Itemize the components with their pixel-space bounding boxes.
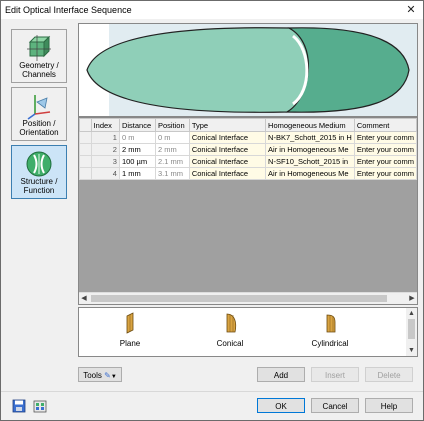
palette-item-label: Conical: [216, 339, 244, 348]
vertical-scrollbar[interactable]: ▲ ▼: [406, 308, 417, 356]
palette-item-conical[interactable]: Conical: [205, 310, 255, 350]
cell-type[interactable]: Conical Interface: [188, 155, 267, 168]
scroll-down-icon[interactable]: ▼: [406, 345, 417, 356]
scroll-left-icon[interactable]: ◀: [79, 293, 89, 304]
scroll-up-icon[interactable]: ▲: [406, 308, 417, 319]
cell-distance[interactable]: 100 µm: [118, 155, 156, 168]
table-row[interactable]: 2 2 mm 2 mm Conical Interface Air in Hom…: [79, 143, 418, 156]
lens-preview: [78, 23, 418, 117]
cell-comment[interactable]: Enter your comm: [353, 155, 418, 168]
palette-item-plane[interactable]: Plane: [105, 310, 155, 350]
cell-position: 2.1 mm: [154, 155, 190, 168]
tools-icon: ✎: [104, 371, 111, 380]
interface-table: Index Distance Position Type Homogeneous…: [78, 117, 418, 305]
cell-comment[interactable]: Enter your comm: [353, 167, 418, 180]
cell-comment[interactable]: Enter your comm: [353, 143, 418, 156]
tools-menu-button[interactable]: Tools ✎▼: [78, 367, 122, 382]
palette-item-label: Plane: [119, 339, 141, 348]
sidebar-item-structure[interactable]: Structure / Function: [11, 145, 67, 199]
insert-button[interactable]: Insert: [311, 367, 359, 382]
cell-position: 2 mm: [154, 143, 190, 156]
interface-type-palette: Plane Conical Cylindrical ▲ ▼: [78, 307, 418, 357]
table-header-row: Index Distance Position Type Homogeneous…: [79, 118, 418, 132]
row-selector[interactable]: [79, 155, 92, 168]
column-header-type[interactable]: Type: [188, 118, 267, 132]
cell-medium[interactable]: N-SF10_Schott_2015 in: [265, 155, 355, 168]
sidebar-item-label: Structure /: [20, 177, 58, 186]
horizontal-scrollbar[interactable]: ◀ ▶: [79, 292, 417, 304]
sidebar-item-position[interactable]: Position / Orientation: [11, 87, 67, 141]
palette-item-cylindrical[interactable]: Cylindrical: [305, 310, 355, 350]
axes-position-icon: [27, 95, 51, 120]
cell-position: 0 m: [154, 131, 190, 144]
scroll-right-icon[interactable]: ▶: [407, 293, 417, 304]
plane-interface-icon: [126, 312, 134, 334]
row-header-corner: [79, 118, 92, 132]
sidebar-item-label: Channels: [22, 70, 56, 79]
cell-index: 4: [90, 167, 120, 180]
palette-item-label: Cylindrical: [311, 339, 349, 348]
cell-distance[interactable]: 1 mm: [118, 167, 156, 180]
column-header-medium[interactable]: Homogeneous Medium: [265, 118, 355, 132]
cell-type[interactable]: Conical Interface: [188, 143, 267, 156]
sidebar-item-label: Function: [23, 186, 55, 195]
cell-comment[interactable]: Enter your comm: [353, 131, 418, 144]
cylindrical-interface-icon: [326, 314, 336, 333]
row-selector[interactable]: [79, 131, 92, 144]
add-button[interactable]: Add: [257, 367, 305, 382]
conical-interface-icon: [226, 313, 237, 333]
row-selector[interactable]: [79, 143, 92, 156]
sidebar-item-label: Orientation: [19, 128, 59, 137]
window-title: Edit Optical Interface Sequence: [5, 5, 132, 15]
row-selector[interactable]: [79, 167, 92, 180]
cell-medium[interactable]: Air in Homogeneous Me: [265, 167, 355, 180]
dialog-window: Edit Optical Interface Sequence ✕ Geomet…: [0, 0, 424, 421]
cell-type[interactable]: Conical Interface: [188, 131, 267, 144]
catalog-icon[interactable]: [33, 399, 47, 413]
column-header-position[interactable]: Position: [154, 118, 190, 132]
cell-index: 2: [90, 143, 120, 156]
sidebar-item-label: Position /: [22, 119, 56, 128]
lens-shape-drawing: [79, 24, 417, 116]
cell-position: 3.1 mm: [154, 167, 190, 180]
cell-index: 3: [90, 155, 120, 168]
chevron-down-icon: ▼: [110, 374, 117, 380]
sidebar-item-label: Geometry /: [19, 61, 59, 70]
lens-structure-icon: [26, 151, 52, 177]
cell-medium[interactable]: Air in Homogeneous Me: [265, 143, 355, 156]
category-sidebar: Geometry / Channels Position / Orientati…: [9, 23, 69, 203]
save-icon[interactable]: [12, 399, 26, 413]
column-header-index[interactable]: Index: [90, 118, 120, 132]
cancel-button[interactable]: Cancel: [311, 398, 359, 413]
scrollbar-thumb[interactable]: [408, 319, 415, 339]
column-header-distance[interactable]: Distance: [118, 118, 156, 132]
sidebar-item-geometry[interactable]: Geometry / Channels: [11, 29, 67, 83]
tools-label: Tools: [83, 371, 102, 380]
column-header-comment[interactable]: Comment: [353, 118, 418, 132]
close-button[interactable]: ✕: [401, 1, 421, 19]
ok-button[interactable]: OK: [257, 398, 305, 413]
cell-index: 1: [90, 131, 120, 144]
help-button[interactable]: Help: [365, 398, 413, 413]
cell-distance[interactable]: 0 m: [118, 131, 156, 144]
title-bar: Edit Optical Interface Sequence ✕: [1, 1, 423, 19]
footer-separator: [1, 391, 423, 392]
cell-medium[interactable]: N-BK7_Schott_2015 in H: [265, 131, 355, 144]
delete-button[interactable]: Delete: [365, 367, 413, 382]
scrollbar-thumb[interactable]: [91, 295, 387, 302]
cell-type[interactable]: Conical Interface: [188, 167, 267, 180]
table-row[interactable]: 3 100 µm 2.1 mm Conical Interface N-SF10…: [79, 155, 418, 168]
cell-distance[interactable]: 2 mm: [118, 143, 156, 156]
table-row[interactable]: 1 0 m 0 m Conical Interface N-BK7_Schott…: [79, 131, 418, 144]
table-row[interactable]: 4 1 mm 3.1 mm Conical Interface Air in H…: [79, 167, 418, 180]
geometry-cube-icon: [27, 35, 51, 61]
